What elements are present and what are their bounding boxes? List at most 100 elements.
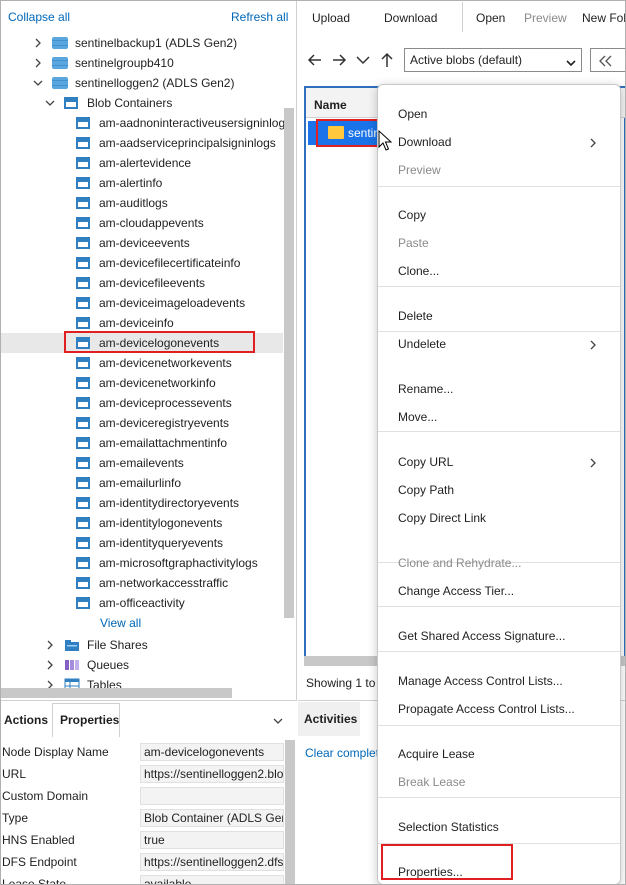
tree-item-container[interactable]: am-emailattachmentinfo xyxy=(0,433,283,453)
property-value[interactable]: https://sentinelloggen2.dfs.core.windows… xyxy=(140,853,284,871)
property-value[interactable]: true xyxy=(140,831,284,849)
tree-item-container[interactable]: am-devicefileevents xyxy=(0,273,283,293)
menu-item-change-access-tier[interactable]: Change Access Tier... xyxy=(398,584,514,598)
menu-item-acquire-lease[interactable]: Acquire Lease xyxy=(398,747,475,761)
tree-item-container[interactable]: am-devicenetworkinfo xyxy=(0,373,283,393)
menu-item-copy-direct-link[interactable]: Copy Direct Link xyxy=(398,511,486,525)
tree-item-container[interactable]: am-alertevidence xyxy=(0,153,283,173)
chevron-right-icon[interactable] xyxy=(44,639,56,651)
tree-item-container[interactable]: am-deviceimageloadevents xyxy=(0,293,283,313)
blob-container-icon xyxy=(76,597,90,609)
menu-item-propagate-access-control-lists[interactable]: Propagate Access Control Lists... xyxy=(398,702,575,716)
property-value[interactable]: available xyxy=(140,875,284,885)
tree-item-container[interactable]: am-cloudappevents xyxy=(0,213,283,233)
tree-item-file-shares[interactable]: File Shares xyxy=(0,635,290,655)
forward-arrow-icon[interactable] xyxy=(330,51,348,69)
menu-item-break-lease[interactable]: Break Lease xyxy=(398,775,465,789)
tree-item-container[interactable]: am-auditlogs xyxy=(0,193,283,213)
tree-item-container[interactable]: am-devicenetworkevents xyxy=(0,353,283,373)
tree-item-container[interactable]: am-identityqueryevents xyxy=(0,533,283,553)
tree-item-container[interactable]: am-aadserviceprincipalsigninlogs xyxy=(0,133,283,153)
tab-activities[interactable]: Activities xyxy=(304,712,357,726)
preview-button[interactable]: Preview xyxy=(524,11,567,25)
menu-separator xyxy=(378,606,620,607)
menu-separator xyxy=(378,286,620,287)
tree-item-container[interactable]: am-emailurlinfo xyxy=(0,473,283,493)
back-arrow-icon[interactable] xyxy=(306,51,324,69)
tab-properties[interactable]: Properties xyxy=(60,713,119,727)
tree-item-container[interactable]: am-networkaccesstraffic xyxy=(0,573,283,593)
tree-item-storage-account[interactable]: sentinelbackup1 (ADLS Gen2) xyxy=(0,33,290,53)
view-all-link-row[interactable]: View all xyxy=(0,613,290,633)
tree-item-container[interactable]: am-devicefilecertificateinfo xyxy=(0,253,283,273)
menu-item-open[interactable]: Open xyxy=(398,107,427,121)
menu-item-download[interactable]: Download xyxy=(398,135,451,149)
property-value[interactable]: Blob Container (ADLS Gen2) xyxy=(140,809,284,827)
menu-item-copy-url[interactable]: Copy URL xyxy=(398,455,453,469)
download-button[interactable]: Download xyxy=(384,11,437,25)
collapse-double-chevron-button[interactable] xyxy=(590,48,626,72)
tree-item-container[interactable]: am-microsoftgraphactivitylogs xyxy=(0,553,283,573)
view-all-link[interactable]: View all xyxy=(100,616,141,630)
tree-item-container[interactable]: am-emailevents xyxy=(0,453,283,473)
upload-button[interactable]: Upload xyxy=(312,11,350,25)
tree-item-container[interactable]: am-identitylogonevents xyxy=(0,513,283,533)
menu-item-undelete[interactable]: Undelete xyxy=(398,337,446,351)
tree-item-container[interactable]: am-deviceregistryevents xyxy=(0,413,283,433)
chevron-down-icon[interactable] xyxy=(32,77,44,89)
tab-actions[interactable]: Actions xyxy=(4,713,48,727)
column-header-name[interactable]: Name xyxy=(314,98,347,112)
up-arrow-icon[interactable] xyxy=(378,51,396,69)
tree-item-blob-containers[interactable]: Blob Containers xyxy=(0,93,290,113)
chevron-right-icon[interactable] xyxy=(44,659,56,671)
tree-item-label: am-emailurlinfo xyxy=(99,476,182,490)
tree-item-container[interactable]: am-officeactivity xyxy=(0,593,283,613)
tree-item-label: am-deviceevents xyxy=(99,236,190,250)
menu-item-selection-statistics[interactable]: Selection Statistics xyxy=(398,820,499,834)
menu-item-move[interactable]: Move... xyxy=(398,410,437,424)
chevron-right-icon[interactable] xyxy=(32,57,44,69)
open-button[interactable]: Open xyxy=(476,11,505,25)
blob-filter-select[interactable]: Active blobs (default) xyxy=(404,48,582,72)
tree-item-storage-account[interactable]: sentinelloggen2 (ADLS Gen2) xyxy=(0,73,290,93)
menu-item-preview[interactable]: Preview xyxy=(398,163,441,177)
menu-item-get-shared-access-signature[interactable]: Get Shared Access Signature... xyxy=(398,629,565,643)
blob-filter-value: Active blobs (default) xyxy=(410,53,523,67)
menu-item-delete[interactable]: Delete xyxy=(398,309,433,323)
tree-item-storage-account[interactable]: sentinelgroupb410 xyxy=(0,53,290,73)
toolbar-separator xyxy=(462,2,463,32)
menu-item-clone[interactable]: Clone... xyxy=(398,264,439,278)
menu-item-manage-access-control-lists[interactable]: Manage Access Control Lists... xyxy=(398,674,563,688)
tree-item-container[interactable]: am-deviceevents xyxy=(0,233,283,253)
menu-item-copy-path[interactable]: Copy Path xyxy=(398,483,454,497)
chevron-down-icon[interactable] xyxy=(354,51,372,69)
paging-status: Showing 1 to xyxy=(306,676,376,690)
storage-account-icon xyxy=(52,77,68,89)
tree-vertical-scrollbar[interactable] xyxy=(284,108,294,618)
clear-completed-link[interactable]: Clear complet xyxy=(305,746,379,760)
tree-item-queues[interactable]: Queues xyxy=(0,655,290,675)
tree-item-container[interactable]: am-deviceinfo xyxy=(0,313,283,333)
tree-item-container[interactable]: am-identitydirectoryevents xyxy=(0,493,283,513)
tree-horizontal-scrollbar[interactable] xyxy=(0,688,232,698)
chevron-down-icon[interactable] xyxy=(272,715,284,727)
chevron-down-icon xyxy=(565,54,577,67)
chevron-right-icon[interactable] xyxy=(32,37,44,49)
tree-item-label: am-devicenetworkinfo xyxy=(99,376,216,390)
chevron-down-icon[interactable] xyxy=(44,97,56,109)
tree-item-container[interactable]: am-deviceprocessevents xyxy=(0,393,283,413)
menu-item-clone-and-rehydrate[interactable]: Clone and Rehydrate... xyxy=(398,556,521,570)
tree-item-container[interactable]: am-aadnoninteractiveusersigninlogs xyxy=(0,113,291,133)
menu-item-paste[interactable]: Paste xyxy=(398,236,429,250)
tree-item-container[interactable]: am-alertinfo xyxy=(0,173,283,193)
refresh-all-link[interactable]: Refresh all xyxy=(231,10,288,24)
property-value[interactable]: am-devicelogonevents xyxy=(140,743,284,761)
collapse-all-link[interactable]: Collapse all xyxy=(8,10,70,24)
properties-scrollbar[interactable] xyxy=(285,740,295,885)
new-folder-button[interactable]: New Fol xyxy=(582,11,626,25)
property-value[interactable] xyxy=(140,787,284,805)
menu-item-copy[interactable]: Copy xyxy=(398,208,426,222)
property-value[interactable]: https://sentinelloggen2.blob.core.window… xyxy=(140,765,284,783)
menu-item-rename[interactable]: Rename... xyxy=(398,382,453,396)
menu-separator xyxy=(378,431,620,432)
